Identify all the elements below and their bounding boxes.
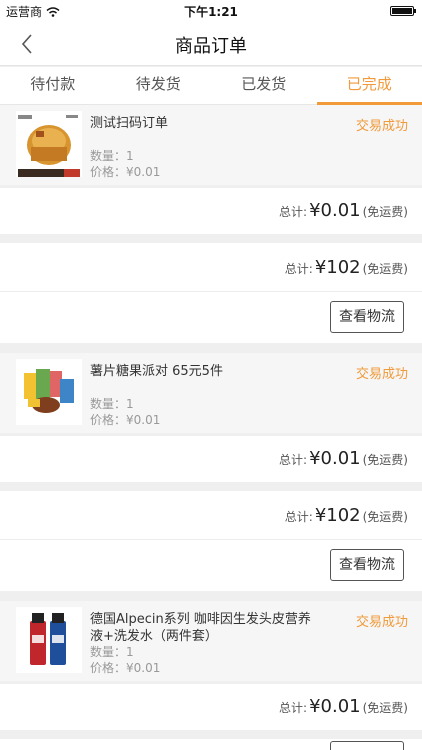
product-quantity: 数量：1 xyxy=(90,397,134,411)
status-bar: 运营商 下午1:21 xyxy=(0,0,422,22)
shipping-note: (免运费) xyxy=(362,262,408,276)
total-amount: ¥0.01 xyxy=(309,448,361,469)
order-summary-partial xyxy=(0,739,422,750)
total-label: 总计: xyxy=(279,205,308,219)
product-price: 价格：¥0.01 xyxy=(90,165,161,179)
order-summary: 总计: ¥102 (免运费) 查看物流 xyxy=(0,491,422,591)
divider xyxy=(0,291,422,292)
tab-pending-shipment[interactable]: 待发货 xyxy=(106,67,212,104)
product-image xyxy=(16,359,82,425)
total-amount: ¥102 xyxy=(314,257,361,278)
item-total-row: 总计: ¥0.01 (免运费) xyxy=(0,188,422,234)
order-summary: 总计: ¥102 (免运费) 查看物流 xyxy=(0,243,422,343)
item-total: 总计: ¥0.01 (免运费) xyxy=(279,200,408,221)
clock: 下午1:21 xyxy=(184,5,238,19)
order-status: 交易成功 xyxy=(355,615,408,630)
product-name: 德国Alpecin系列 咖啡因生发头皮营养液+洗发水（两件套） xyxy=(90,612,311,644)
product-price: 价格：¥0.01 xyxy=(90,661,161,675)
page-title: 商品订单 xyxy=(175,36,247,57)
product-name: 测试扫码订单 xyxy=(90,116,169,131)
total-label: 总计: xyxy=(284,510,313,524)
product-price: 价格：¥0.01 xyxy=(90,413,161,427)
item-total-row: 总计: ¥0.01 (免运费) xyxy=(0,684,422,730)
total-amount: ¥0.01 xyxy=(309,200,361,221)
order-status: 交易成功 xyxy=(355,367,408,382)
order-total: 总计: ¥102 (免运费) xyxy=(285,257,408,278)
shipping-note: (免运费) xyxy=(362,701,408,715)
view-logistics-button[interactable]: 查看物流 xyxy=(330,301,404,333)
order-status: 交易成功 xyxy=(355,119,408,134)
product-quantity: 数量：1 xyxy=(90,149,134,163)
battery-icon xyxy=(390,6,416,16)
tab-completed[interactable]: 已完成 xyxy=(316,67,422,105)
total-label: 总计: xyxy=(279,453,308,467)
order-item[interactable]: 德国Alpecin系列 咖啡因生发头皮营养液+洗发水（两件套） 交易成功 数量：… xyxy=(0,601,422,681)
total-label: 总计: xyxy=(284,262,313,276)
tab-shipped[interactable]: 已发货 xyxy=(211,67,317,104)
item-total: 总计: ¥0.01 (免运费) xyxy=(279,696,408,717)
total-label: 总计: xyxy=(279,701,308,715)
tab-pending-payment[interactable]: 待付款 xyxy=(0,67,106,104)
product-name: 薯片糖果派对 65元5件 xyxy=(90,364,223,379)
total-amount: ¥0.01 xyxy=(309,696,361,717)
order-item[interactable]: 薯片糖果派对 65元5件 交易成功 数量：1 价格：¥0.01 xyxy=(0,353,422,433)
shipping-note: (免运费) xyxy=(362,205,408,219)
product-quantity: 数量：1 xyxy=(90,645,134,659)
shipping-note: (免运费) xyxy=(362,510,408,524)
view-logistics-button-partial[interactable] xyxy=(330,741,404,750)
product-image xyxy=(16,111,82,177)
divider xyxy=(0,539,422,540)
order-total: 总计: ¥102 (免运费) xyxy=(285,505,408,526)
total-amount: ¥102 xyxy=(314,505,361,526)
shipping-note: (免运费) xyxy=(362,453,408,467)
order-item[interactable]: 测试扫码订单 交易成功 数量：1 价格：¥0.01 xyxy=(0,105,422,185)
nav-bar: 商品订单 xyxy=(0,22,422,66)
item-total-row: 总计: ¥0.01 (免运费) xyxy=(0,436,422,482)
product-image xyxy=(16,607,82,673)
order-tabs: 待付款 待发货 已发货 已完成 xyxy=(0,67,422,105)
view-logistics-button[interactable]: 查看物流 xyxy=(330,549,404,581)
item-total: 总计: ¥0.01 (免运费) xyxy=(279,448,408,469)
